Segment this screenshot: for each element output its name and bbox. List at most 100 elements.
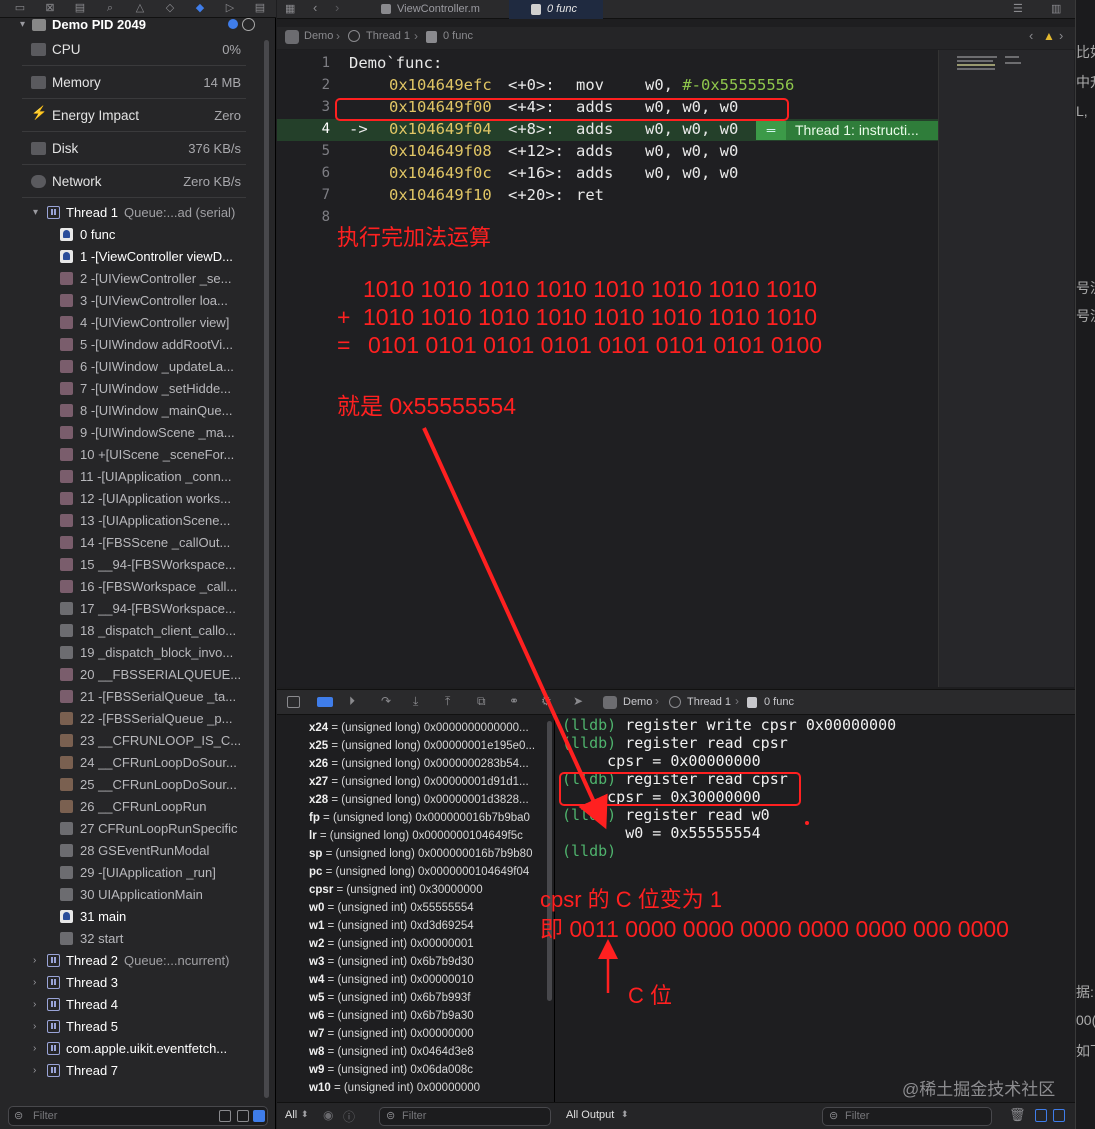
stack-frame-row[interactable]: 20 __FBSSERIALQUEUE... — [20, 664, 270, 686]
stack-frame-row[interactable]: 3 -[UIViewController loa... — [20, 290, 270, 312]
stack-frame-row[interactable]: 17 __94-[FBSWorkspace... — [20, 598, 270, 620]
gauge-energy[interactable]: ⚡ Energy Impact Zero — [22, 100, 246, 132]
show-variables-icon[interactable] — [1035, 1109, 1047, 1122]
stack-frame-row[interactable]: 4 -[UIViewController view] — [20, 312, 270, 334]
thread-row[interactable]: › Thread 4 — [20, 994, 270, 1016]
process-row[interactable]: ▾ Demo PID 2049 — [20, 18, 270, 32]
prev-issue-icon[interactable]: ‹ — [1029, 28, 1033, 43]
environment-icon[interactable]: ⚙ — [541, 694, 552, 708]
split-editor-icon[interactable]: ▥ — [1051, 2, 1061, 15]
stack-frame-row[interactable]: 1 -[ViewController viewD... — [20, 246, 270, 268]
thread-row[interactable]: › com.apple.uikit.eventfetch... — [20, 1038, 270, 1060]
gauge-disk[interactable]: Disk 376 KB/s — [22, 133, 246, 165]
report-icon[interactable]: ▤ — [254, 2, 266, 14]
jump-frame[interactable]: 0 func — [443, 30, 473, 42]
stack-frame-row[interactable]: 27 CFRunLoopRunSpecific — [20, 818, 270, 840]
variable-row[interactable]: w1 = (unsigned int) 0xd3d69254 — [309, 920, 474, 932]
location-icon[interactable]: ➤ — [573, 694, 583, 708]
folder-icon[interactable]: ▭ — [14, 2, 26, 14]
step-out-icon[interactable]: ⤒ — [445, 694, 450, 709]
step-into-icon[interactable]: ⤓ — [413, 694, 418, 709]
debug-navigator-icon[interactable]: ◆ — [194, 2, 206, 14]
trash-icon[interactable]: 🗑 — [1009, 1107, 1026, 1123]
variable-row[interactable]: pc = (unsigned long) 0x0000000104649f04 — [309, 866, 529, 878]
variable-row[interactable]: w5 = (unsigned int) 0x6b7b993f — [309, 992, 470, 1004]
breakpoints-toggle-icon[interactable] — [317, 697, 333, 707]
grid-icon[interactable]: ▦ — [285, 2, 295, 15]
variable-row[interactable]: w2 = (unsigned int) 0x00000001 — [309, 938, 474, 950]
hide-debug-area-icon[interactable] — [287, 696, 300, 708]
console-filter[interactable]: ⊜ Filter — [822, 1107, 992, 1126]
stack-frame-row[interactable]: 13 -[UIApplicationScene... — [20, 510, 270, 532]
filter-option-icon[interactable] — [253, 1110, 265, 1122]
variables-filter[interactable]: ⊜ Filter — [379, 1107, 551, 1126]
variable-row[interactable]: w7 = (unsigned int) 0x00000000 — [309, 1028, 474, 1040]
gauge-cpu[interactable]: CPU 0% — [22, 34, 246, 66]
variable-row[interactable]: w0 = (unsigned int) 0x55555554 — [309, 902, 474, 914]
variable-row[interactable]: x28 = (unsigned long) 0x00000001d3828... — [309, 794, 529, 806]
memory-graph-icon[interactable]: ⚭ — [509, 694, 519, 708]
back-icon[interactable]: ‹ — [313, 0, 317, 15]
symbol-icon[interactable]: ▤ — [74, 2, 86, 14]
debug-project[interactable]: Demo — [623, 696, 652, 708]
chevron-right-icon[interactable]: › — [33, 994, 36, 1016]
jump-project[interactable]: Demo — [304, 30, 333, 42]
jump-thread[interactable]: Thread 1 — [366, 30, 410, 42]
variable-row[interactable]: w6 = (unsigned int) 0x6b7b9a30 — [309, 1010, 474, 1022]
filter-option-icon[interactable] — [237, 1110, 249, 1122]
disclosure-icon[interactable]: ▾ — [20, 18, 25, 32]
thread-row[interactable]: › Thread 7 — [20, 1060, 270, 1082]
stack-frame-row[interactable]: 5 -[UIWindow addRootVi... — [20, 334, 270, 356]
variable-row[interactable]: w8 = (unsigned int) 0x0464d3e8 — [309, 1046, 474, 1058]
navigator-filter[interactable]: ⊜ Filter — [8, 1106, 268, 1126]
stack-frame-row[interactable]: 25 __CFRunLoopDoSour... — [20, 774, 270, 796]
variable-row[interactable]: cpsr = (unsigned int) 0x30000000 — [309, 884, 483, 896]
stack-frame-row[interactable]: 30 UIApplicationMain — [20, 884, 270, 906]
chevron-right-icon[interactable]: › — [33, 972, 36, 994]
stack-frame-row[interactable]: 10 +[UIScene _sceneFor... — [20, 444, 270, 466]
stack-frame-row[interactable]: 28 GSEventRunModal — [20, 840, 270, 862]
variable-row[interactable]: x25 = (unsigned long) 0x00000001e195e0..… — [309, 740, 535, 752]
stack-frame-row[interactable]: 19 _dispatch_block_invo... — [20, 642, 270, 664]
next-issue-icon[interactable]: › — [1059, 28, 1063, 43]
source-control-icon[interactable]: ⊠ — [44, 2, 56, 14]
stack-frame-row[interactable]: 31 main — [20, 906, 270, 928]
stack-frame-row[interactable]: 9 -[UIWindowScene _ma... — [20, 422, 270, 444]
variable-row[interactable]: sp = (unsigned long) 0x000000016b7b9b80 — [309, 848, 532, 860]
gauge-memory[interactable]: Memory 14 MB — [22, 67, 246, 99]
variable-row[interactable]: x26 = (unsigned long) 0x0000000283b54... — [309, 758, 529, 770]
disclosure-icon[interactable]: ▾ — [33, 202, 38, 224]
breakpoint-icon[interactable]: ▷ — [224, 2, 236, 14]
forward-icon[interactable]: › — [335, 0, 339, 15]
view-hierarchy-icon[interactable]: ⧉ — [477, 694, 486, 709]
stack-frame-row[interactable]: 0 func — [20, 224, 270, 246]
stack-frame-row[interactable]: 26 __CFRunLoopRun — [20, 796, 270, 818]
stack-frame-row[interactable]: 8 -[UIWindow _mainQue... — [20, 400, 270, 422]
stack-frame-row[interactable]: 12 -[UIApplication works... — [20, 488, 270, 510]
stack-frame-row[interactable]: 18 _dispatch_client_callo... — [20, 620, 270, 642]
thread-row[interactable]: ▾ Thread 1 Queue:...ad (serial) — [20, 202, 270, 224]
variable-row[interactable]: lr = (unsigned long) 0x0000000104649f5c — [309, 830, 523, 842]
variable-row[interactable]: w4 = (unsigned int) 0x00000010 — [309, 974, 474, 986]
stack-frame-row[interactable]: 14 -[FBSScene _callOut... — [20, 532, 270, 554]
stack-frame-row[interactable]: 29 -[UIApplication _run] — [20, 862, 270, 884]
stack-frame-row[interactable]: 23 __CFRUNLOOP_IS_C... — [20, 730, 270, 752]
stack-frame-row[interactable]: 11 -[UIApplication _conn... — [20, 466, 270, 488]
stack-frame-row[interactable]: 7 -[UIWindow _setHidde... — [20, 378, 270, 400]
warning-icon[interactable]: ▲ — [1043, 29, 1055, 43]
info-icon[interactable]: ⓘ — [343, 1108, 355, 1125]
chevron-right-icon[interactable]: › — [33, 1038, 36, 1060]
minimap[interactable] — [938, 50, 1074, 687]
stack-frame-row[interactable]: 24 __CFRunLoopDoSour... — [20, 752, 270, 774]
debug-thread[interactable]: Thread 1 — [687, 696, 731, 708]
navigator-scrollbar[interactable] — [264, 40, 269, 1098]
continue-icon[interactable]: ⏵ — [349, 694, 355, 709]
variable-row[interactable]: w9 = (unsigned int) 0x06da008c — [309, 1064, 473, 1076]
find-icon[interactable]: ⌕ — [104, 2, 116, 14]
chevron-right-icon[interactable]: › — [33, 1060, 36, 1082]
filter-option-icon[interactable] — [219, 1110, 231, 1122]
stack-frame-row[interactable]: 21 -[FBSSerialQueue _ta... — [20, 686, 270, 708]
output-selector[interactable]: All Output — [566, 1109, 614, 1121]
thread-badge[interactable]: ═ Thread 1: instructi... — [756, 121, 938, 140]
tab-func[interactable]: 0 func — [509, 0, 603, 19]
